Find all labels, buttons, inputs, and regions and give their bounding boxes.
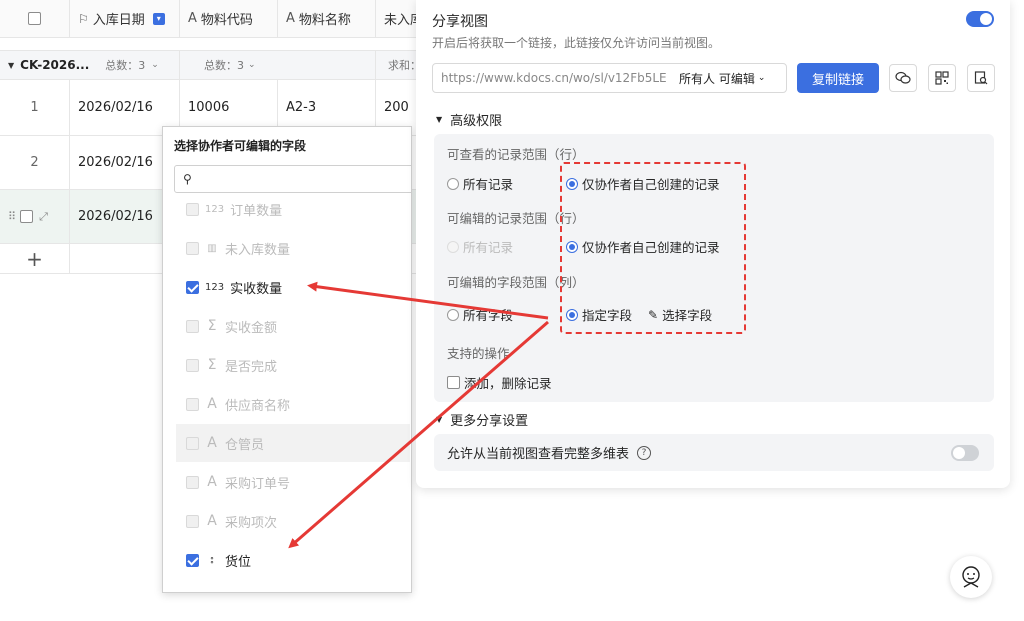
annotation-arrows [288, 281, 549, 549]
annotation-arrow-to-location [288, 320, 549, 549]
annotation-arrow-to-qty [307, 281, 549, 320]
